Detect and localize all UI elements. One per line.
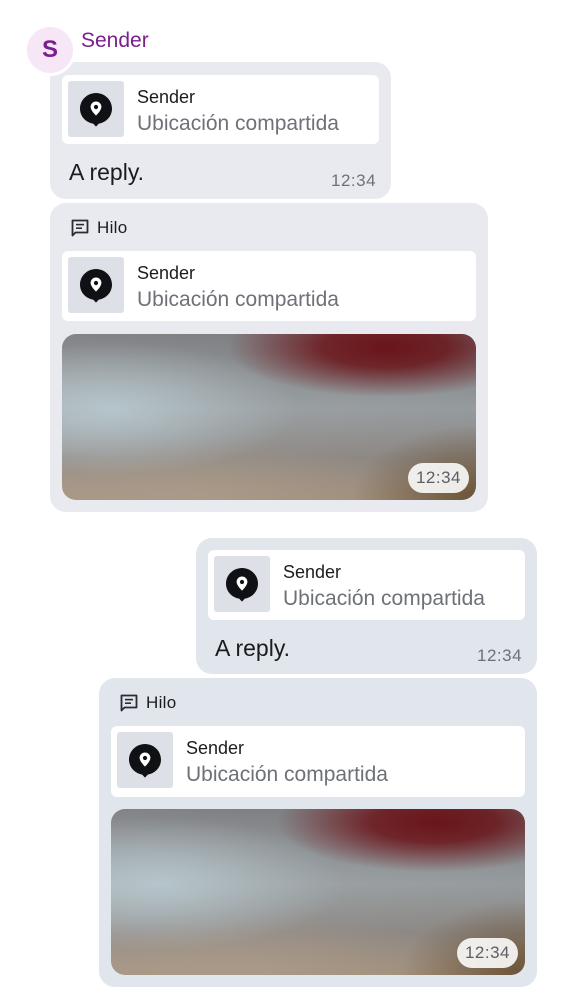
message-timestamp: 12:34 <box>331 171 377 190</box>
reply-sender-name: Sender <box>283 562 342 582</box>
reply-sender-name: Sender <box>137 87 196 107</box>
message-bubble[interactable]: Sender Ubicación compartida A reply. 12:… <box>50 62 391 199</box>
message-bubble[interactable]: Sender Ubicación compartida A reply. 12:… <box>196 538 537 674</box>
sender-name[interactable]: Sender <box>81 29 149 53</box>
message-bubble[interactable]: Hilo Sender Ubicación compartida 12:34 <box>50 203 488 512</box>
map-pin-icon <box>80 269 112 303</box>
avatar[interactable]: S <box>24 24 76 76</box>
map-pin-icon <box>129 744 161 778</box>
reply-body: Ubicación compartida <box>137 288 339 311</box>
message-text: A reply. <box>215 635 290 661</box>
reply-preview[interactable]: Sender Ubicación compartida <box>208 550 525 620</box>
reply-preview[interactable]: Sender Ubicación compartida <box>62 75 379 144</box>
reply-sender-name: Sender <box>186 738 245 758</box>
reply-preview[interactable]: Sender Ubicación compartida <box>62 251 476 321</box>
thread-label[interactable]: Hilo <box>118 692 177 714</box>
reply-body: Ubicación compartida <box>186 763 388 786</box>
thread-icon <box>118 692 140 714</box>
thread-icon <box>69 217 91 239</box>
media-timestamp: 12:34 <box>407 463 469 493</box>
map-pin-icon <box>80 93 112 127</box>
reply-body: Ubicación compartida <box>137 112 339 135</box>
thread-label-text: Hilo <box>97 218 128 237</box>
media-image[interactable]: 12:34 <box>62 334 476 500</box>
location-thumbnail <box>214 556 270 612</box>
message-timestamp: 12:34 <box>477 646 523 665</box>
reply-body: Ubicación compartida <box>283 587 485 610</box>
thread-label-text: Hilo <box>146 693 177 712</box>
thread-label[interactable]: Hilo <box>69 217 128 239</box>
media-image[interactable]: 12:34 <box>111 809 525 975</box>
reply-sender-name: Sender <box>137 263 196 283</box>
reply-preview[interactable]: Sender Ubicación compartida <box>111 726 525 797</box>
location-thumbnail <box>68 257 124 313</box>
media-timestamp: 12:34 <box>456 938 518 968</box>
message-text: A reply. <box>69 159 144 185</box>
location-thumbnail <box>68 81 124 137</box>
map-pin-icon <box>226 568 258 602</box>
message-bubble[interactable]: Hilo Sender Ubicación compartida 12:34 <box>99 678 537 987</box>
location-thumbnail <box>117 732 173 788</box>
